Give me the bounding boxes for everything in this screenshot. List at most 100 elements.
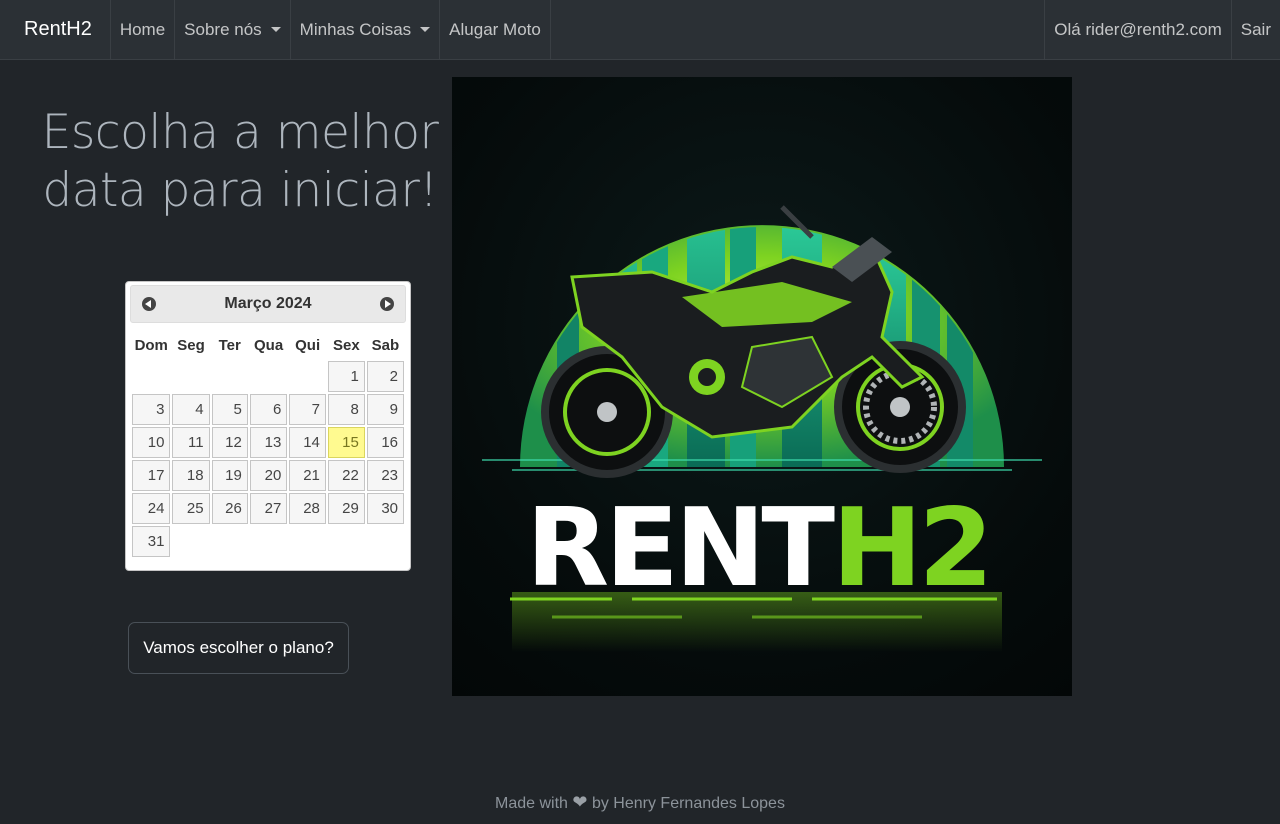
calendar-cell: 12 <box>211 427 248 458</box>
choose-plan-button[interactable]: Vamos escolher o plano? <box>128 622 349 674</box>
calendar-cell: 14 <box>289 427 326 458</box>
calendar-day[interactable]: 11 <box>172 427 210 458</box>
calendar-day[interactable]: 31 <box>132 526 171 557</box>
calendar-cell: 22 <box>327 460 365 491</box>
calendar-cell: 13 <box>249 427 288 458</box>
calendar-cell: 10 <box>132 427 171 458</box>
chevron-down-icon <box>270 27 281 32</box>
calendar-cell <box>212 361 248 392</box>
calendar-day[interactable]: 23 <box>366 460 404 491</box>
calendar-cell: 15 <box>327 427 365 458</box>
calendar-cell: 28 <box>289 493 326 524</box>
heart-icon: ❤ <box>572 792 588 812</box>
footer-made-with: Made with <box>495 795 568 812</box>
calendar-week-row: 12 <box>132 361 404 392</box>
calendar-day[interactable]: 6 <box>249 394 288 425</box>
weekday-header: Sex <box>333 336 360 354</box>
calendar-day[interactable]: 25 <box>172 493 210 524</box>
renth2-logo-image: RENT H2 <box>452 77 1072 696</box>
brand-link[interactable]: RentH2 <box>0 0 111 59</box>
calendar-week-row: 3456789 <box>132 394 404 425</box>
nav-home[interactable]: Home <box>111 0 176 59</box>
calendar-day[interactable]: 14 <box>289 427 326 458</box>
calendar-day[interactable]: 17 <box>132 460 171 491</box>
nav-my-things-dropdown[interactable]: Minhas Coisas <box>291 0 441 59</box>
calendar-cell: 9 <box>366 394 404 425</box>
logout-link[interactable]: Sair <box>1230 0 1280 59</box>
calendar-cell: 19 <box>211 460 248 491</box>
calendar-day[interactable]: 21 <box>289 460 326 491</box>
calendar-cell: 31 <box>132 526 171 557</box>
weekday-header: Dom <box>134 336 168 354</box>
calendar-day[interactable]: 29 <box>327 493 365 524</box>
calendar-day[interactable]: 13 <box>249 427 288 458</box>
chevron-down-icon <box>420 27 431 32</box>
page-title-line1: Escolha a melhor <box>41 105 439 160</box>
calendar-week-row: 10 11 12 13 14 15 16 <box>132 427 404 458</box>
logout-label: Sair <box>1240 19 1271 39</box>
calendar-cell: 8 <box>327 394 365 425</box>
calendar-day[interactable]: 3 <box>132 394 171 425</box>
calendar-cell: 2 <box>366 361 404 392</box>
calendar-cell: 11 <box>172 427 210 458</box>
calendar-day[interactable]: 2 <box>366 361 404 392</box>
calendar-day[interactable]: 19 <box>211 460 248 491</box>
footer-author: by Henry Fernandes Lopes <box>591 795 785 812</box>
calendar-cell: 1 <box>327 361 365 392</box>
calendar-week-row: 17 18 19 20 21 22 23 <box>132 460 404 491</box>
calendar-day[interactable]: 18 <box>172 460 210 491</box>
calendar-day[interactable]: 20 <box>249 460 288 491</box>
calendar-day[interactable]: 30 <box>366 493 404 524</box>
calendar-cell: 5 <box>211 394 248 425</box>
date-picker: Março 2024 Dom Seg Ter Qua Qui Sex Sab 1234567… <box>125 281 411 571</box>
nav-rent-bike[interactable]: Alugar Moto <box>440 0 551 59</box>
calendar-cell: 27 <box>249 493 288 524</box>
calendar-day[interactable]: 26 <box>211 493 248 524</box>
calendar-day[interactable]: 28 <box>289 493 326 524</box>
calendar-cell: 21 <box>289 460 326 491</box>
footer: Made with ❤ by Henry Fernandes Lopes <box>0 792 1280 813</box>
weekday-header: Qua <box>254 336 284 354</box>
calendar-cell <box>172 526 209 557</box>
nav-about-label: Sobre nós <box>184 19 262 39</box>
calendar-day[interactable]: 7 <box>289 394 326 425</box>
calendar-cell: 16 <box>366 427 404 458</box>
calendar-cell <box>367 526 404 557</box>
calendar-header: Março 2024 <box>130 285 406 323</box>
calendar-cell: 25 <box>172 493 210 524</box>
calendar-day[interactable]: 10 <box>132 427 171 458</box>
calendar-day[interactable]: 12 <box>211 427 248 458</box>
weekday-header: Ter <box>218 336 241 354</box>
weekday-header: Qui <box>295 336 321 354</box>
user-greeting-label: Olá rider@renth2.com <box>1054 19 1222 39</box>
next-month-icon[interactable] <box>380 297 394 311</box>
calendar-day[interactable]: 24 <box>132 493 171 524</box>
calendar-cell <box>289 361 326 392</box>
calendar-month-title: Março 2024 <box>224 295 312 312</box>
calendar-day-today[interactable]: 15 <box>327 427 365 458</box>
prev-month-icon[interactable] <box>142 297 156 311</box>
calendar-day[interactable]: 9 <box>366 394 404 425</box>
calendar-cell: 23 <box>366 460 404 491</box>
weekday-row: Dom Seg Ter Qua Qui Sex Sab <box>132 331 404 359</box>
calendar-grid: Dom Seg Ter Qua Qui Sex Sab 1 2 3 4 5 6 7 8 9 10 11 12 13 1… <box>130 329 406 559</box>
calendar-cell: 24 <box>132 493 171 524</box>
calendar-day[interactable]: 16 <box>366 427 404 458</box>
calendar-cell <box>289 526 326 557</box>
calendar-day[interactable]: 22 <box>327 460 365 491</box>
nav-about-dropdown[interactable]: Sobre nós <box>175 0 291 59</box>
calendar-cell: 20 <box>249 460 288 491</box>
calendar-cell: 3 <box>132 394 171 425</box>
user-greeting[interactable]: Olá rider@renth2.com <box>1044 0 1231 59</box>
calendar-cell: 29 <box>327 493 365 524</box>
calendar-cell: 30 <box>366 493 404 524</box>
calendar-day[interactable]: 4 <box>172 394 210 425</box>
calendar-day[interactable]: 5 <box>211 394 248 425</box>
weekday-header: Sab <box>371 336 400 354</box>
calendar-day[interactable]: 8 <box>327 394 365 425</box>
calendar-day[interactable]: 1 <box>327 361 365 392</box>
calendar-day[interactable]: 27 <box>249 493 288 524</box>
nav-my-things-label: Minhas Coisas <box>299 19 412 39</box>
calendar-cell <box>250 361 288 392</box>
